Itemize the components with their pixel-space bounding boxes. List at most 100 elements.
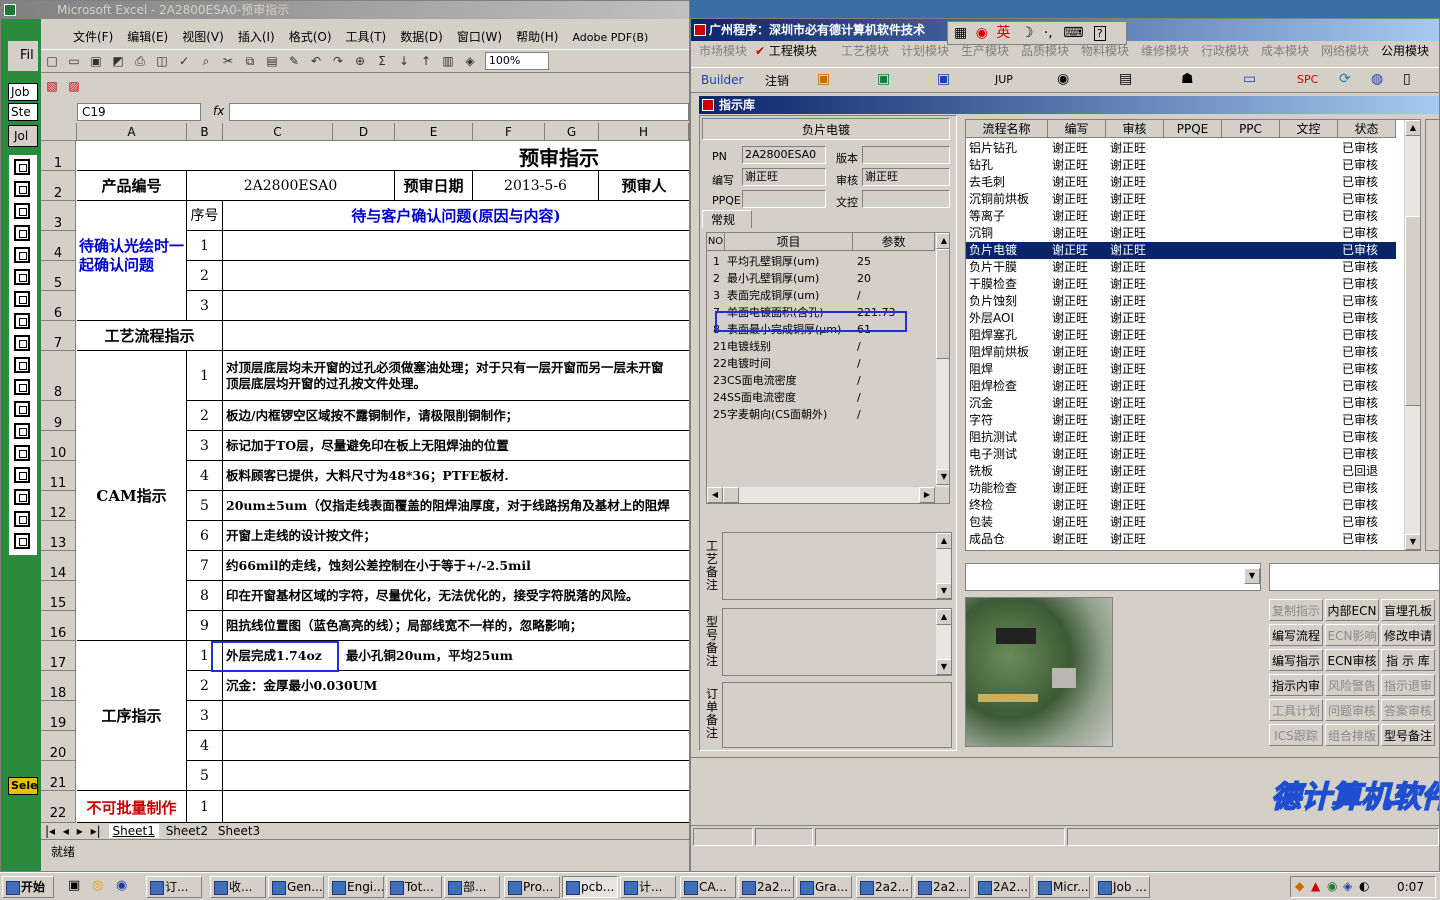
sheet-tab-1[interactable]: Sheet1 [108, 824, 159, 838]
action-button[interactable]: 工具计划 [1269, 699, 1323, 721]
tray-icon[interactable]: ◐ [1359, 879, 1369, 893]
taskbar-button[interactable]: 2a2... [738, 876, 794, 898]
quicklaunch-ie-icon[interactable]: ◎ [92, 878, 103, 893]
tray-icon[interactable]: ◉ [1327, 879, 1337, 893]
row-header[interactable]: 10 [41, 431, 76, 461]
taskbar-button[interactable]: Pro... [504, 876, 560, 898]
param-row[interactable]: 2 最小孔壁铜厚(um) 20 [709, 270, 937, 287]
excel-titlebar[interactable]: Microsoft Excel - 2A2800ESA0-预审指示 [1, 1, 689, 19]
format-painter-icon[interactable]: ✎ [284, 52, 304, 70]
column-header[interactable]: A [77, 123, 187, 141]
builder-button[interactable]: Builder [701, 73, 743, 87]
research-icon[interactable]: ⌕ [196, 52, 216, 70]
module-market[interactable]: 市场模块 [699, 41, 747, 61]
taskbar-button[interactable]: Engi... [328, 876, 384, 898]
scroll-down-icon[interactable]: ▼ [936, 469, 949, 485]
strip-box-icon[interactable] [14, 181, 30, 197]
tray-icon[interactable]: ◆ [1295, 879, 1304, 893]
flow-combo[interactable]: ▼ [965, 563, 1261, 591]
worksheet-grid[interactable]: A B C D E F G H 1 2 3 4 5 6 7 8 9 10 11 … [41, 123, 689, 823]
process-num[interactable]: 4 [187, 731, 223, 761]
scroll-thumb[interactable] [936, 249, 949, 359]
strip-box-icon[interactable] [14, 379, 30, 395]
version-field[interactable] [862, 146, 950, 164]
pdf-convert-icon[interactable]: ▧ [42, 77, 62, 95]
cam-item[interactable]: 板边/内框锣空区域按不露铜制作，请极限削铜制作； [223, 401, 689, 431]
undo-icon[interactable]: ↶ [306, 52, 326, 70]
flow-row[interactable]: 铣板 谢正旺 谢正旺 已回退 [966, 463, 1396, 480]
strip-box-icon[interactable] [14, 357, 30, 373]
confirm-num[interactable]: 2 [187, 261, 223, 291]
confirm-num[interactable]: 3 [187, 291, 223, 321]
row-header[interactable]: 20 [41, 731, 76, 761]
cam-num[interactable]: 8 [187, 581, 223, 611]
flow-section-label[interactable]: 工艺流程指示 [77, 321, 223, 351]
scroll-down-icon[interactable]: ▼ [936, 659, 951, 675]
param-hscroll[interactable]: ◀ ▶ [707, 487, 935, 503]
strip-box-icon[interactable] [14, 511, 30, 527]
confirm-cell[interactable] [223, 261, 689, 291]
flow-row[interactable]: 负片电镀 谢正旺 谢正旺 已审核 [966, 242, 1396, 259]
sort-desc-icon[interactable]: ↑ [416, 52, 436, 70]
flow-row[interactable]: 去毛刺 谢正旺 谢正旺 已审核 [966, 174, 1396, 191]
product-value[interactable]: 2A2800ESA0 [187, 171, 395, 201]
flow-row[interactable]: 干膜检查 谢正旺 谢正旺 已审核 [966, 276, 1396, 293]
strip-box-icon[interactable] [14, 225, 30, 241]
scroll-up-icon[interactable]: ▲ [936, 609, 951, 625]
menu-help[interactable]: 帮助(H) [509, 27, 565, 47]
menu-view[interactable]: 视图(V) [175, 27, 231, 47]
menu-format[interactable]: 格式(O) [282, 27, 339, 47]
confirm-cell[interactable] [223, 291, 689, 321]
strip-label-fil[interactable]: Fil [8, 41, 38, 71]
row-header[interactable]: 15 [41, 581, 76, 611]
param-col-item[interactable]: 项目 [725, 233, 853, 251]
date-label[interactable]: 预审日期 [395, 171, 473, 201]
column-header[interactable]: C [223, 123, 333, 141]
module-admin[interactable]: 行政模块 [1201, 41, 1249, 61]
ime-english-toggle[interactable]: 英 [996, 25, 1010, 41]
print-preview-icon[interactable]: ◫ [152, 52, 172, 70]
quicklaunch-desktop-icon[interactable]: ▣ [68, 878, 80, 893]
menu-tools[interactable]: 工具(T) [339, 27, 394, 47]
taskbar-button[interactable]: 计... [620, 876, 676, 898]
row-header[interactable]: 14 [41, 551, 76, 581]
strip-box-icon[interactable] [14, 269, 30, 285]
tray-icon[interactable]: ▲ [1311, 879, 1320, 893]
strip-box-icon[interactable] [14, 489, 30, 505]
module-cost[interactable]: 成本模块 [1261, 41, 1309, 61]
taskbar-button[interactable]: 2a2... [856, 876, 912, 898]
cam-num[interactable]: 2 [187, 401, 223, 431]
cam-item[interactable]: 印在开窗基材区域的字符，尽量优化，无法优化的，接受字符脱落的风险。 [223, 581, 689, 611]
ime-keyboard-icon[interactable]: ⌨ [1063, 25, 1083, 41]
row-header[interactable]: 11 [41, 461, 76, 491]
strip-box-icon[interactable] [14, 423, 30, 439]
flow-row[interactable]: 包装 谢正旺 谢正旺 已审核 [966, 514, 1396, 531]
no-batch-num[interactable]: 1 [187, 791, 223, 823]
jup-button[interactable]: JUP [995, 73, 1013, 86]
action-button[interactable]: 指 示 库 [1381, 649, 1435, 671]
row-header[interactable]: 22 [41, 791, 76, 823]
tab-general[interactable]: 常规 [702, 210, 752, 228]
flow-row[interactable]: 阻抗测试 谢正旺 谢正旺 已审核 [966, 429, 1396, 446]
scroll-right-icon[interactable]: ▶ [919, 487, 935, 503]
menu-data[interactable]: 数据(D) [393, 27, 450, 47]
process-item[interactable] [223, 701, 689, 731]
process-num[interactable]: 3 [187, 701, 223, 731]
ime-logo-icon[interactable]: ▦ [954, 25, 967, 41]
flow-row[interactable]: 电子测试 谢正旺 谢正旺 已审核 [966, 446, 1396, 463]
module-public[interactable]: 公用模块 [1381, 41, 1429, 61]
ppqe-field[interactable] [742, 190, 826, 208]
flow-row[interactable]: 阻焊检查 谢正旺 谢正旺 已审核 [966, 378, 1396, 395]
row-header[interactable]: 18 [41, 671, 76, 701]
action-button[interactable]: 复制指示 [1269, 599, 1323, 621]
zoom-select[interactable]: 100% [484, 52, 549, 70]
module-material[interactable]: 物料模块 [1081, 41, 1129, 61]
copy-icon[interactable]: ⧉ [240, 52, 260, 70]
action-button[interactable]: ICS跟踪 [1269, 724, 1323, 746]
print-icon[interactable]: ⎙ [130, 52, 150, 70]
module-production[interactable]: 生产模块 [961, 41, 1009, 61]
monitor-icon[interactable]: ▭ [1243, 71, 1256, 87]
sheet-nav-prev-icon[interactable]: ◂ [63, 824, 69, 838]
flow-col-reviewer[interactable]: 审核 [1106, 120, 1164, 138]
flow-col-wenkong[interactable]: 文控 [1280, 120, 1338, 138]
